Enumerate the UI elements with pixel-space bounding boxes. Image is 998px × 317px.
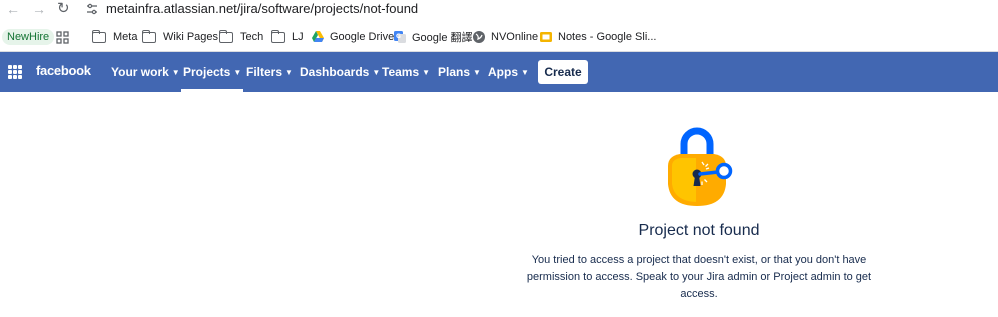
bookmark-label: Google Drive [330, 31, 395, 43]
bookmark-google-translate[interactable]: G Google 翻譯 [393, 28, 473, 46]
bookmark-tech[interactable]: Tech [219, 28, 263, 46]
bookmark-label: Tech [240, 31, 264, 43]
bookmark-lj[interactable]: LJ [271, 28, 304, 46]
facebook-logo[interactable]: facebook [36, 63, 91, 78]
nav-teams[interactable]: Teams ▼ [382, 52, 430, 92]
google-slides-icon [540, 32, 552, 42]
folder-icon [219, 29, 233, 43]
nav-your-work[interactable]: Your work ▼ [111, 52, 180, 92]
svg-text:G: G [396, 33, 401, 40]
bookmark-notes-google-slides[interactable]: Notes - Google Sli... [539, 28, 656, 46]
chevron-down-icon: ▼ [171, 68, 180, 77]
nav-label: Your work [111, 65, 169, 79]
bookmark-google-drive[interactable]: Google Drive [311, 28, 394, 46]
description-line: You tried to access a project that doesn… [531, 254, 867, 266]
description-line: access. [680, 288, 718, 300]
forward-arrow-icon[interactable]: → [32, 1, 46, 17]
chevron-down-icon: ▼ [372, 68, 381, 77]
nav-label: Projects [183, 65, 231, 79]
apps-grid-icon [56, 30, 69, 44]
bookmark-label: NVOnline [491, 31, 539, 43]
bookmark-label: Notes - Google Sli... [558, 31, 657, 43]
chevron-down-icon: ▼ [473, 68, 481, 77]
chevron-down-icon: ▼ [233, 68, 242, 77]
browser-toolbar: ← → ↻ metainfra.atlassian.net/jira/softw… [0, 0, 998, 20]
bookmark-label: NewHire [7, 31, 50, 43]
nav-label: Teams [382, 65, 420, 79]
error-description: You tried to access a project that doesn… [520, 252, 878, 303]
locked-padlock-illustration [668, 127, 733, 206]
address-bar-url[interactable]: metainfra.atlassian.net/jira/software/pr… [106, 1, 418, 17]
nav-plans[interactable]: Plans ▼ [438, 52, 481, 92]
bookmark-label: Google 翻譯 [412, 32, 473, 44]
nav-filters[interactable]: Filters ▼ [246, 52, 293, 92]
google-translate-icon: G [394, 31, 406, 43]
bookmark-nvonline[interactable]: NVOnline [472, 28, 538, 46]
bookmark-apps[interactable] [56, 28, 69, 46]
nav-label: Dashboards [300, 65, 370, 79]
bookmark-wiki-pages[interactable]: Wiki Pages [142, 28, 218, 46]
nav-label: Filters [246, 65, 283, 79]
site-settings-icon[interactable] [86, 3, 98, 15]
bookmark-meta[interactable]: Meta [92, 28, 137, 46]
bookmark-newhire[interactable]: NewHire [2, 29, 55, 45]
nav-label: Apps [488, 65, 518, 79]
globe-icon [473, 31, 485, 43]
bookmark-label: Wiki Pages [163, 31, 219, 43]
back-arrow-icon[interactable]: ← [6, 1, 20, 17]
bookmark-label: LJ [292, 31, 304, 43]
nav-dashboards[interactable]: Dashboards ▼ [300, 52, 380, 92]
app-switcher-icon[interactable] [8, 65, 22, 79]
page-title: Project not found [638, 222, 760, 239]
chevron-down-icon: ▼ [521, 68, 529, 77]
bookmark-label: Meta [113, 31, 138, 43]
chevron-down-icon: ▼ [285, 68, 293, 77]
folder-icon [142, 29, 156, 43]
bookmarks-bar: NewHire Meta Wiki Pages Tech LJ Google D… [0, 24, 998, 52]
reload-icon[interactable]: ↻ [57, 1, 70, 17]
nav-projects[interactable]: Projects ▼ [181, 52, 244, 92]
folder-icon [271, 29, 285, 43]
google-drive-icon [312, 31, 324, 42]
nav-label: Plans [438, 65, 471, 79]
jira-top-nav: facebook Your work ▼ Projects ▼ Filters ▼ D… [0, 52, 998, 92]
folder-icon [92, 29, 106, 43]
chevron-down-icon: ▼ [422, 68, 431, 77]
create-button[interactable]: Create [538, 60, 588, 84]
nav-apps[interactable]: Apps ▼ [488, 52, 529, 92]
description-line: permission to access. Speak to your Jira… [526, 271, 872, 283]
